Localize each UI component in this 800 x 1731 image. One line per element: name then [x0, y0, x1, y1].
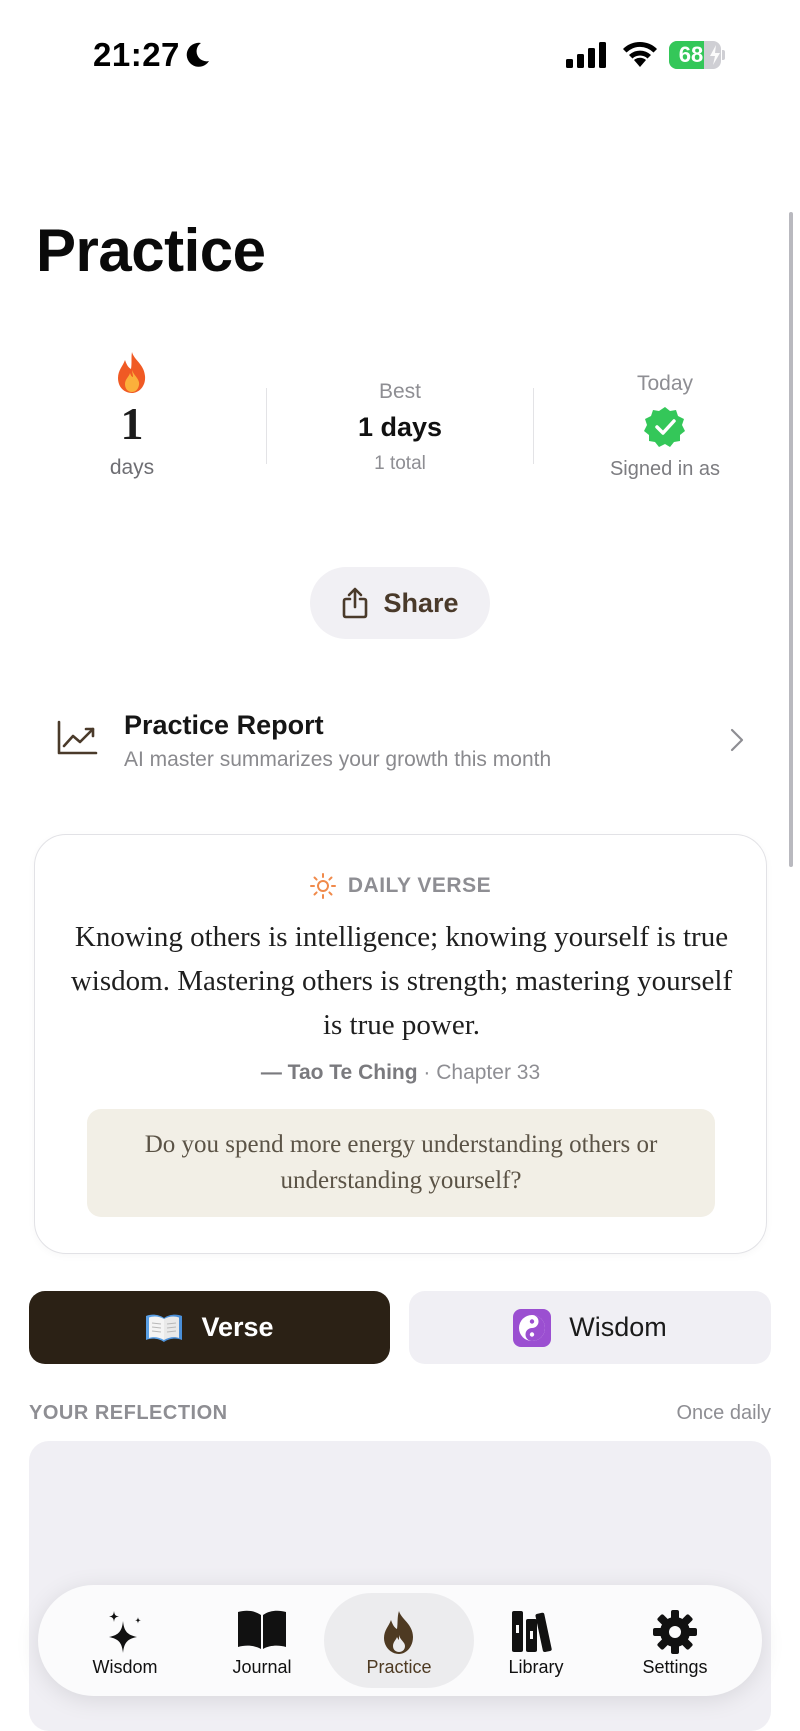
report-subtitle: AI master summarizes your growth this mo…: [124, 748, 552, 771]
tab-library[interactable]: Library: [461, 1593, 611, 1688]
tab-settings[interactable]: Settings: [600, 1593, 750, 1688]
verse-toggle-button[interactable]: Verse: [29, 1291, 390, 1364]
status-time: 21:27: [93, 36, 180, 73]
share-icon: [343, 587, 368, 619]
trend-chart-icon: [57, 720, 98, 755]
verse-source-book: — Tao Te Ching: [260, 1061, 418, 1084]
reflection-label: YOUR REFLECTION: [29, 1402, 228, 1424]
streak-stat: 1 days: [72, 350, 192, 480]
book-icon: [238, 1610, 286, 1649]
tab-practice[interactable]: Practice: [324, 1593, 474, 1688]
practice-report-row[interactable]: Practice Report AI master summarizes you…: [36, 700, 764, 780]
chevron-right-icon: [730, 728, 744, 752]
verse-toggle-label: Verse: [201, 1312, 274, 1342]
share-label: Share: [383, 587, 459, 618]
moon-icon: [186, 42, 209, 67]
stat-divider: [266, 388, 267, 464]
wisdom-toggle-button[interactable]: Wisdom: [409, 1291, 771, 1364]
tab-label: Settings: [642, 1657, 708, 1677]
check-badge-icon: [644, 407, 685, 447]
best-stat: Best 1 days 1 total: [300, 380, 500, 475]
sparkles-icon: [109, 1611, 141, 1653]
tab-label: Journal: [232, 1657, 292, 1677]
open-book-emoji: [146, 1314, 183, 1342]
reflection-question: Do you spend more energy understanding o…: [87, 1109, 715, 1217]
page-title: Practice: [36, 217, 266, 284]
tab-label: Library: [508, 1657, 564, 1677]
cellular-signal-icon: [566, 42, 606, 68]
stat-divider: [533, 388, 534, 464]
best-total: 1 total: [374, 453, 426, 474]
tab-wisdom[interactable]: Wisdom: [50, 1593, 200, 1688]
daily-verse-header: DAILY VERSE: [35, 873, 766, 899]
gear-icon: [653, 1610, 697, 1654]
report-title: Practice Report: [124, 710, 324, 740]
battery-percent: 68: [678, 42, 704, 67]
tab-journal[interactable]: Journal: [187, 1593, 337, 1688]
charging-bolt-icon: [710, 45, 720, 65]
daily-verse-label: DAILY VERSE: [347, 874, 492, 897]
verse-source-chapter: · Chapter 33: [423, 1061, 541, 1084]
status-bar: 21:27 68: [0, 0, 800, 110]
wifi-icon: [623, 41, 657, 67]
verse-source: — Tao Te Ching · Chapter 33: [35, 1061, 766, 1085]
today-label: Today: [636, 372, 694, 395]
best-label: Best: [378, 380, 422, 403]
tab-label: Wisdom: [92, 1657, 158, 1677]
sun-icon: [309, 873, 336, 899]
fire-emoji: [118, 352, 146, 393]
wisdom-toggle-label: Wisdom: [569, 1312, 667, 1342]
tab-bar: Wisdom Journal Practice Library Settings: [38, 1585, 762, 1696]
daily-verse-card: DAILY VERSE Knowing others is intelligen…: [34, 834, 767, 1254]
reflection-frequency: Once daily: [676, 1402, 772, 1424]
verse-text: Knowing others is intelligence; knowing …: [70, 921, 733, 1041]
streak-value: 1: [120, 398, 144, 449]
tab-label: Practice: [366, 1657, 432, 1677]
best-value: 1 days: [357, 412, 443, 442]
today-status-text: Signed in as: [609, 458, 721, 480]
streak-unit: days: [109, 456, 155, 479]
scrollbar[interactable]: [789, 212, 793, 867]
battery-charging-icon: 68: [669, 41, 725, 69]
books-icon: [512, 1611, 552, 1653]
today-stat: Today Signed in as: [580, 372, 750, 481]
yin-yang-emoji: [513, 1308, 552, 1347]
share-button[interactable]: Share: [310, 567, 490, 639]
flame-icon: [384, 1611, 413, 1654]
